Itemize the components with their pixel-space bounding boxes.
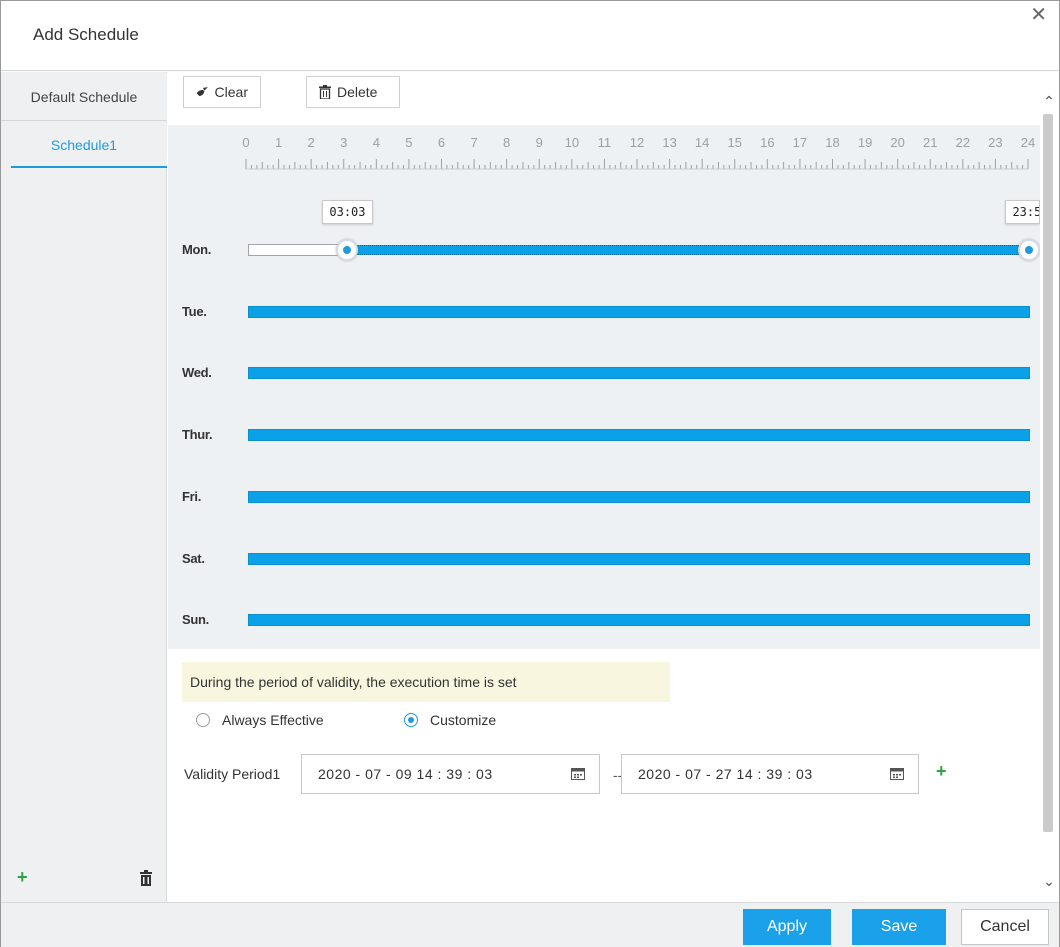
ruler-hour-label: 18 (825, 135, 839, 150)
ruler-hour-label: 10 (565, 135, 579, 150)
scroll-thumb[interactable] (1043, 114, 1053, 832)
schedule-sidebar: Default Schedule Schedule1 + (1, 72, 167, 902)
end-time-handle[interactable] (1018, 239, 1040, 261)
ruler-hour-label: 5 (405, 135, 412, 150)
sidebar-item-schedule1[interactable]: Schedule1 (1, 121, 167, 169)
always-effective-option[interactable]: Always Effective (196, 712, 324, 728)
end-time-tooltip: 23:5 (1005, 200, 1040, 224)
validity-end-field[interactable]: 2020 - 07 - 27 14 : 39 : 03 (621, 754, 919, 794)
ruler-hour-label: 7 (470, 135, 477, 150)
day-timeline-empty[interactable] (248, 244, 348, 256)
ruler-hour-label: 0 (242, 135, 249, 150)
delete-schedule-icon[interactable] (139, 870, 153, 886)
day-schedule-bar[interactable] (248, 552, 1030, 565)
ruler-hour-label: 2 (308, 135, 315, 150)
broom-icon (196, 87, 208, 97)
ruler-hour-label: 20 (890, 135, 904, 150)
ruler-hour-label: 8 (503, 135, 510, 150)
start-time-tooltip: 03:03 (322, 200, 373, 224)
scroll-down-icon[interactable]: ⌄ (1042, 874, 1056, 888)
validity-period-label: Validity Period1 (184, 766, 281, 782)
clear-button-label: Clear (214, 84, 248, 100)
validity-notice: During the period of validity, the execu… (182, 662, 670, 702)
ruler-hour-label: 21 (923, 135, 937, 150)
ruler-hour-label: 12 (630, 135, 644, 150)
day-label: Sun. (182, 612, 209, 628)
validity-start-value: 2020 - 07 - 09 14 : 39 : 03 (318, 766, 493, 782)
day-label: Wed. (182, 365, 212, 381)
start-time-handle[interactable] (336, 239, 359, 261)
ruler-hour-label: 1 (275, 135, 282, 150)
apply-button[interactable]: Apply (743, 909, 831, 945)
ruler-hour-label: 23 (988, 135, 1002, 150)
ruler-hour-label: 22 (956, 135, 970, 150)
ruler-ticks: 0 1 2 3 4 5 6 7 8 9 10 11 12 13 14 15 16 17 18 19 20 21 22 23 24 (242, 135, 1035, 170)
delete-button[interactable]: Delete (306, 76, 400, 108)
day-schedule-bar[interactable] (347, 245, 1030, 255)
clear-button[interactable]: Clear (183, 76, 261, 108)
save-button[interactable]: Save (852, 909, 946, 945)
ruler-hour-label: 15 (728, 135, 742, 150)
delete-button-label: Delete (337, 84, 378, 100)
sidebar-item-default-schedule[interactable]: Default Schedule (1, 73, 167, 121)
day-label: Thur. (182, 427, 213, 443)
always-effective-label: Always Effective (222, 712, 324, 728)
content-scrollbar[interactable]: ⌃ ⌄ (1040, 72, 1059, 902)
customize-option[interactable]: Customize (404, 712, 496, 728)
ruler-hour-label: 17 (793, 135, 807, 150)
day-label: Mon. (182, 242, 212, 257)
day-label: Tue. (182, 303, 207, 319)
ruler-hour-label: 13 (662, 135, 676, 150)
validity-end-value: 2020 - 07 - 27 14 : 39 : 03 (638, 766, 813, 782)
ruler-hour-label: 14 (695, 135, 709, 150)
validity-start-field[interactable]: 2020 - 07 - 09 14 : 39 : 03 (301, 754, 600, 794)
calendar-icon[interactable] (571, 768, 585, 780)
ruler-hour-label: 6 (438, 135, 445, 150)
day-schedule-bar[interactable] (248, 305, 1030, 318)
dialog-title: Add Schedule (33, 25, 139, 44)
day-schedule-bar[interactable] (248, 614, 1030, 627)
customize-radio[interactable] (404, 713, 418, 727)
time-ruler: 0 1 2 3 4 5 6 7 8 9 10 11 12 13 14 15 16 17 18 19 20 21 22 23 24 (168, 125, 1040, 189)
weekly-timeline: Mon. 03:03 23:5 Tue. Wed. Thur. Fri. Sat. Sun. (168, 189, 1040, 649)
add-schedule-icon[interactable]: + (17, 867, 28, 888)
calendar-icon[interactable] (890, 768, 904, 780)
day-schedule-bar[interactable] (248, 490, 1030, 503)
day-schedule-bar[interactable] (248, 429, 1030, 442)
ruler-hour-label: 3 (340, 135, 347, 150)
day-schedule-bar[interactable] (248, 367, 1030, 380)
trash-icon (319, 85, 331, 99)
ruler-hour-label: 11 (598, 135, 612, 150)
customize-label: Customize (430, 712, 497, 728)
day-label: Sat. (182, 550, 205, 566)
close-icon[interactable]: ✕ (1030, 5, 1047, 25)
day-label: Fri. (182, 488, 202, 504)
ruler-hour-label: 4 (373, 135, 380, 150)
ruler-hour-label: 24 (1021, 135, 1035, 150)
ruler-hour-label: 9 (536, 135, 543, 150)
add-validity-period-icon[interactable]: + (936, 761, 947, 782)
ruler-hour-label: 16 (760, 135, 774, 150)
ruler-hour-label: 19 (858, 135, 872, 150)
dialog-footer: Apply Save Cancel (1, 902, 1059, 947)
schedule-content: Clear Delete 0 1 2 3 4 5 6 7 8 9 10 11 12 13 14 15 16 17 1… (168, 72, 1040, 902)
add-schedule-dialog: Add Schedule ✕ Default Schedule Schedule… (0, 0, 1060, 947)
always-effective-radio[interactable] (196, 713, 210, 727)
scroll-up-icon[interactable]: ⌃ (1042, 94, 1056, 108)
dialog-title-bar: Add Schedule ✕ (1, 1, 1059, 71)
cancel-button[interactable]: Cancel (961, 909, 1049, 945)
